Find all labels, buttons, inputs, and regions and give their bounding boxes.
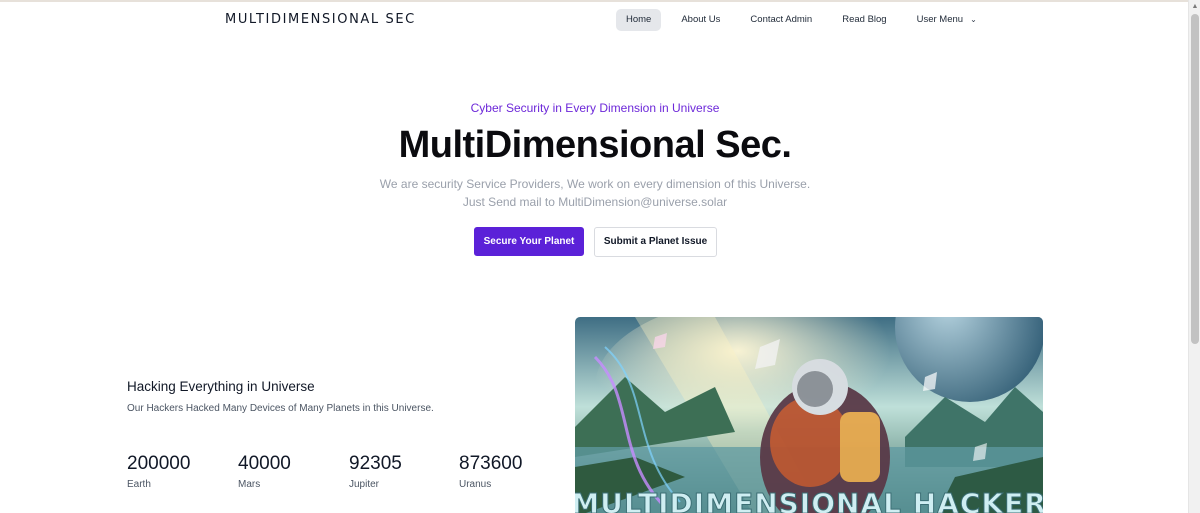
- stat-label: Jupiter: [349, 479, 380, 490]
- hero-description-line-2: Just Send mail to MultiDimension@univers…: [462, 195, 728, 209]
- page-scrollbar[interactable]: ▲: [1188, 0, 1200, 513]
- scroll-up-arrow-icon[interactable]: ▲: [1191, 3, 1199, 11]
- artwork-caption: MULTIDIMENSIONAL HACKER: [575, 487, 1043, 513]
- hero-description-line-1: We are security Service Providers, We wo…: [379, 177, 811, 191]
- stat-jupiter: 92305 Jupiter: [349, 453, 402, 490]
- brand-logo[interactable]: MULTIDIMENSIONAL SEC: [225, 12, 416, 27]
- stat-value: 92305: [349, 453, 402, 474]
- stat-value: 873600: [459, 453, 523, 474]
- stat-mars: 40000 Mars: [238, 453, 291, 490]
- top-border: [0, 0, 1188, 2]
- hero-title: MultiDimensional Sec.: [398, 124, 792, 166]
- nav-contact-admin[interactable]: Contact Admin: [740, 9, 822, 31]
- nav-user-menu[interactable]: User Menu ⌄: [907, 9, 987, 31]
- nav-about-us[interactable]: About Us: [671, 9, 730, 31]
- stat-earth: 200000 Earth: [127, 453, 190, 490]
- stat-uranus: 873600 Uranus: [459, 453, 522, 490]
- scrollbar-thumb[interactable]: [1191, 14, 1199, 344]
- secure-your-planet-button[interactable]: Secure Your Planet: [474, 227, 584, 256]
- stat-value: 200000: [127, 453, 191, 474]
- stat-value: 40000: [238, 453, 291, 474]
- stats-title: Hacking Everything in Universe: [127, 379, 315, 394]
- nav-user-menu-label: User Menu: [916, 14, 964, 25]
- nav-contact-admin-label: Contact Admin: [750, 14, 813, 25]
- hero-description: We are security Service Providers, We wo…: [0, 175, 1190, 211]
- nav-home-label: Home: [626, 14, 652, 25]
- nav-about-us-label: About Us: [681, 14, 721, 25]
- hero-artwork-image: MULTIDIMENSIONAL HACKER: [575, 317, 1043, 513]
- stat-label: Earth: [127, 479, 151, 490]
- nav-read-blog[interactable]: Read Blog: [832, 9, 896, 31]
- hero-tagline: Cyber Security in Every Dimension in Uni…: [470, 101, 720, 115]
- submit-planet-issue-button[interactable]: Submit a Planet Issue: [594, 227, 717, 257]
- nav-read-blog-label: Read Blog: [842, 14, 887, 25]
- chevron-down-icon: ⌄: [970, 15, 977, 24]
- nav-home[interactable]: Home: [616, 9, 662, 31]
- main-nav: Home About Us Contact Admin Read Blog Us…: [616, 9, 997, 31]
- stat-label: Uranus: [459, 479, 492, 490]
- stat-label: Mars: [238, 479, 261, 490]
- stats-description: Our Hackers Hacked Many Devices of Many …: [127, 403, 434, 414]
